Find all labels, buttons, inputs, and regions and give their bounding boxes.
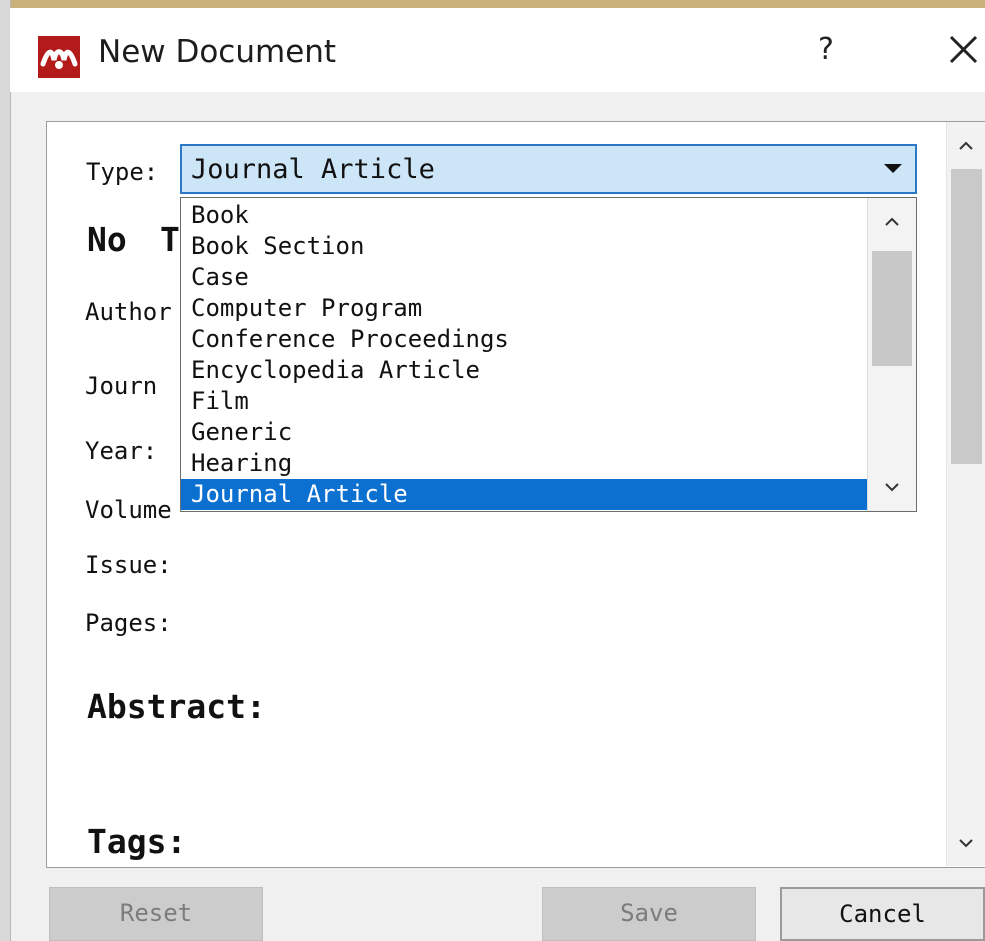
dialog-title: New Document (98, 34, 337, 70)
type-select[interactable]: Journal Article (180, 144, 917, 194)
background-window-strip (0, 0, 985, 8)
dropdown-scroll-thumb[interactable] (872, 251, 912, 366)
author-field-label: Author (85, 298, 172, 326)
dropdown-option-hearing[interactable]: Hearing (181, 448, 867, 479)
pages-field-label: Pages: (85, 609, 172, 637)
scroll-up-chevron-icon[interactable] (956, 136, 976, 156)
cancel-button[interactable]: Cancel (780, 887, 985, 941)
save-button[interactable]: Save (542, 887, 756, 941)
dropdown-scroll-down-chevron-icon[interactable] (882, 477, 902, 497)
dropdown-option-film[interactable]: Film (181, 386, 867, 417)
document-title-preview-fragment: T (160, 220, 180, 259)
abstract-heading: Abstract: (87, 687, 266, 726)
volume-field-label: Volume (85, 496, 172, 524)
type-label: Type: (86, 158, 159, 186)
details-scroll-thumb[interactable] (951, 169, 982, 464)
details-scrollbar[interactable] (946, 122, 985, 866)
reset-button[interactable]: Reset (49, 887, 263, 941)
mendeley-logo-icon (38, 36, 80, 78)
document-title-preview: No (87, 220, 127, 259)
dropdown-option-encyclopedia-article[interactable]: Encyclopedia Article (181, 355, 867, 386)
help-button[interactable]: ? (818, 32, 834, 67)
dropdown-scroll-up-chevron-icon[interactable] (882, 212, 902, 232)
type-selected-value: Journal Article (191, 154, 435, 185)
dropdown-option-journal-article[interactable]: Journal Article (181, 479, 867, 510)
scroll-down-chevron-icon[interactable] (956, 833, 976, 853)
dropdown-arrow-icon[interactable] (884, 164, 902, 173)
dialog-title-bar: New Document ? (10, 8, 985, 92)
dropdown-option-book[interactable]: Book (181, 200, 867, 231)
dropdown-option-generic[interactable]: Generic (181, 417, 867, 448)
issue-field-label: Issue: (85, 551, 172, 579)
journal-field-label: Journ (85, 372, 158, 400)
dropdown-scrollbar[interactable] (867, 198, 916, 511)
background-window-edge (0, 0, 11, 941)
dropdown-option-case[interactable]: Case (181, 262, 867, 293)
dropdown-option-book-section[interactable]: Book Section (181, 231, 867, 262)
close-icon[interactable] (938, 24, 985, 74)
dropdown-option-computer-program[interactable]: Computer Program (181, 293, 867, 324)
document-type-dropdown-list[interactable]: Book Book Section Case Computer Program … (180, 197, 917, 512)
tags-heading: Tags: (87, 822, 187, 861)
dropdown-option-conference-proceedings[interactable]: Conference Proceedings (181, 324, 867, 355)
year-field-label: Year: (85, 437, 158, 465)
